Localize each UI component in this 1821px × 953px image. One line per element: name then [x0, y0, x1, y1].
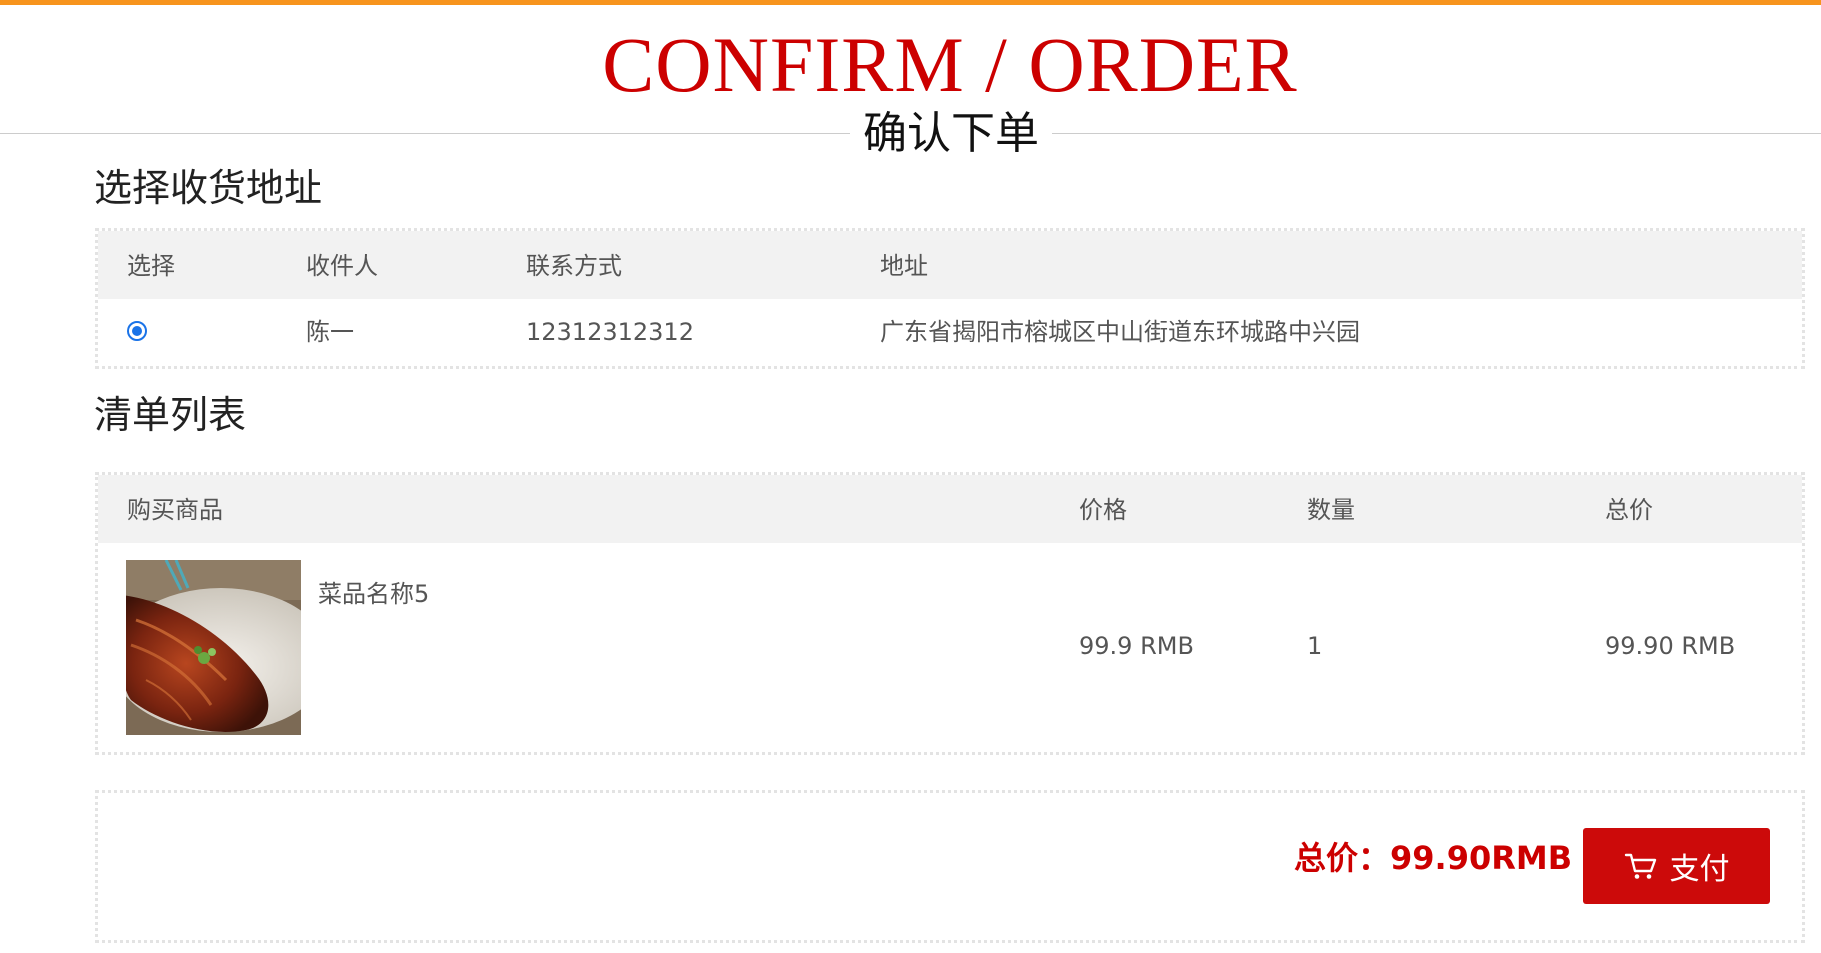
top-accent-bar — [0, 0, 1821, 5]
column-header-quantity: 数量 — [1307, 496, 1355, 524]
dish-photo — [126, 560, 301, 735]
column-header-price: 价格 — [1079, 496, 1127, 524]
recipient-name: 陈一 — [306, 318, 354, 346]
recipient-phone: 12312312312 — [526, 318, 694, 346]
column-header-recipient: 收件人 — [306, 252, 378, 280]
address-section-title: 选择收货地址 — [94, 166, 323, 210]
pay-button-label: 支付 — [1669, 852, 1730, 887]
cart-icon — [1624, 853, 1656, 879]
page-title-en: CONFIRM / ORDER — [602, 21, 1298, 108]
page-title-cn: 确认下单 — [863, 108, 1039, 159]
column-header-contact: 联系方式 — [526, 252, 622, 280]
column-header-product: 购买商品 — [127, 496, 223, 524]
title-divider-right — [1052, 133, 1821, 134]
dish-image[interactable] — [126, 560, 301, 735]
column-header-address: 地址 — [880, 252, 928, 280]
address-table: 选择 收件人 联系方式 地址 陈一 12312312312 广东省揭阳市榕城区中… — [95, 228, 1805, 369]
order-total: 总价：99.90RMB — [1294, 839, 1573, 877]
product-price: 99.9 RMB — [1079, 632, 1194, 660]
order-table: 购买商品 价格 数量 总价 菜品名称5 99.9 RMB 1 99.90 RMB — [95, 472, 1805, 755]
product-quantity: 1 — [1307, 632, 1323, 660]
column-header-total: 总价 — [1605, 496, 1653, 524]
address-table-header: 选择 收件人 联系方式 地址 — [98, 231, 1802, 299]
product-name[interactable]: 菜品名称5 — [318, 579, 429, 609]
column-header-select: 选择 — [127, 252, 175, 280]
recipient-address: 广东省揭阳市榕城区中山街道东环城路中兴园 — [880, 318, 1360, 346]
pay-button[interactable]: 支付 — [1583, 828, 1770, 904]
title-divider-left — [0, 133, 850, 134]
product-subtotal: 99.90 RMB — [1605, 632, 1736, 660]
order-table-header: 购买商品 价格 数量 总价 — [98, 475, 1802, 543]
order-list-title: 清单列表 — [94, 393, 247, 437]
address-radio-selected[interactable] — [127, 321, 147, 341]
